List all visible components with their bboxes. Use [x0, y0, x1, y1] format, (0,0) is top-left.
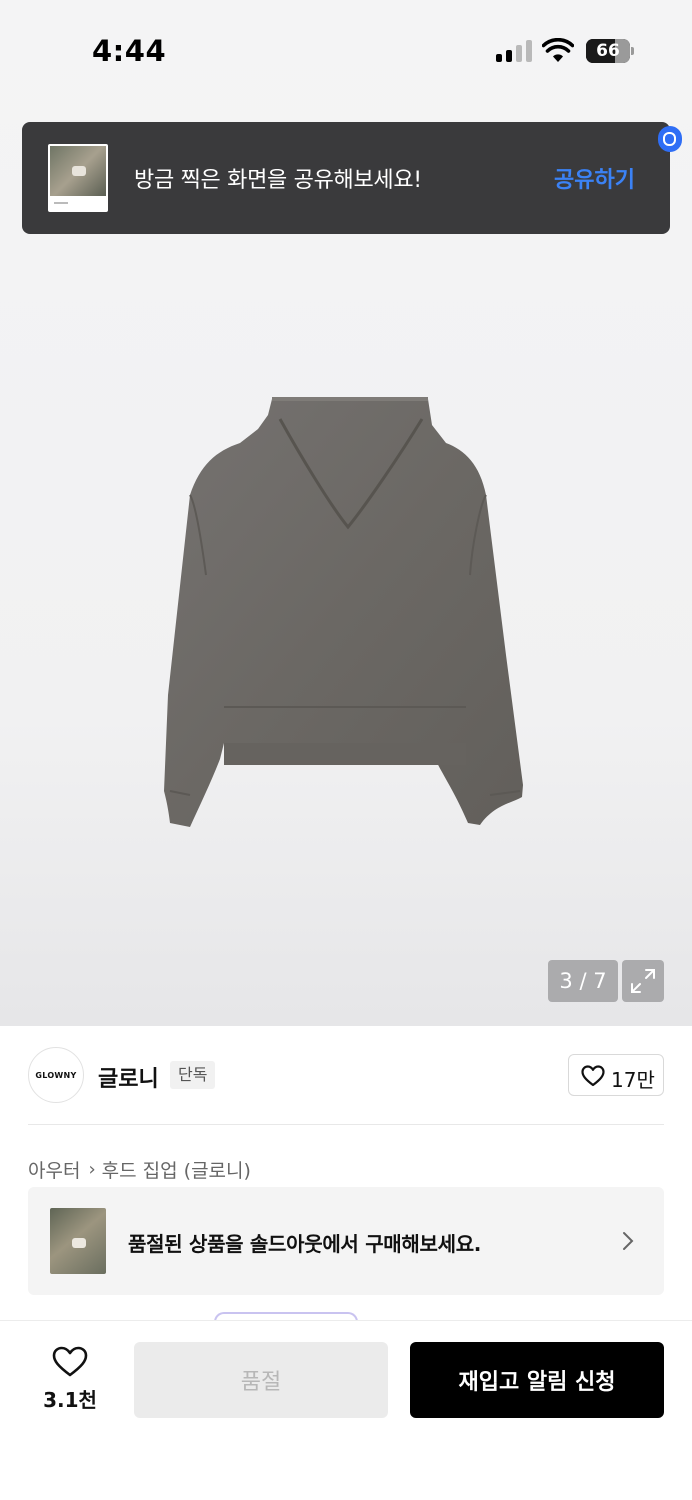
breadcrumb: 아우터 › 후드 집업 (글로니)	[28, 1156, 251, 1183]
cellular-signal-icon	[496, 40, 532, 62]
toast-message: 방금 찍은 화면을 공유해보세요!	[134, 168, 422, 193]
status-bar: 4:44 66	[0, 0, 692, 100]
exclusive-badge: 단독	[170, 1061, 216, 1089]
expand-icon	[631, 969, 655, 993]
brand-like-button[interactable]: 17만	[568, 1054, 664, 1096]
battery-percent: 66	[596, 41, 620, 61]
brand-logo[interactable]: GLOWNY	[28, 1047, 84, 1103]
image-counter: 3 / 7	[548, 960, 618, 1002]
expand-button[interactable]	[622, 960, 664, 1002]
wishlist-count: 3.1천	[43, 1388, 97, 1412]
status-time: 4:44	[92, 34, 167, 68]
soldout-banner-text: 품절된 상품을 솔드아웃에서 구매해보세요.	[128, 1232, 482, 1256]
chevron-right-icon: ›	[88, 1158, 96, 1180]
wishlist-heart-icon[interactable]	[52, 1346, 88, 1378]
screenshot-thumbnail	[48, 144, 108, 212]
soldout-button: 품절	[134, 1342, 388, 1418]
soldout-banner[interactable]: 품절된 상품을 솔드아웃에서 구매해보세요.	[28, 1187, 664, 1295]
wifi-icon	[542, 38, 574, 62]
floating-search-icon[interactable]	[658, 126, 682, 152]
soldout-thumbnail	[50, 1208, 106, 1274]
share-button[interactable]: 공유하기	[554, 162, 635, 194]
breadcrumb-subcategory[interactable]: 후드 집업 (글로니)	[102, 1156, 251, 1183]
battery-icon: 66	[586, 39, 634, 63]
divider	[28, 1124, 664, 1125]
screenshot-share-toast: 방금 찍은 화면을 공유해보세요! 공유하기	[22, 122, 670, 234]
hoodie-back-image	[164, 397, 523, 827]
heart-icon	[581, 1065, 605, 1087]
breadcrumb-category[interactable]: 아우터	[28, 1156, 80, 1183]
chevron-right-icon	[623, 1232, 634, 1250]
brand-like-count: 17만	[611, 1068, 655, 1092]
restock-alert-button[interactable]: 재입고 알림 신청	[410, 1342, 664, 1418]
brand-name[interactable]: 글로니	[98, 1061, 159, 1093]
